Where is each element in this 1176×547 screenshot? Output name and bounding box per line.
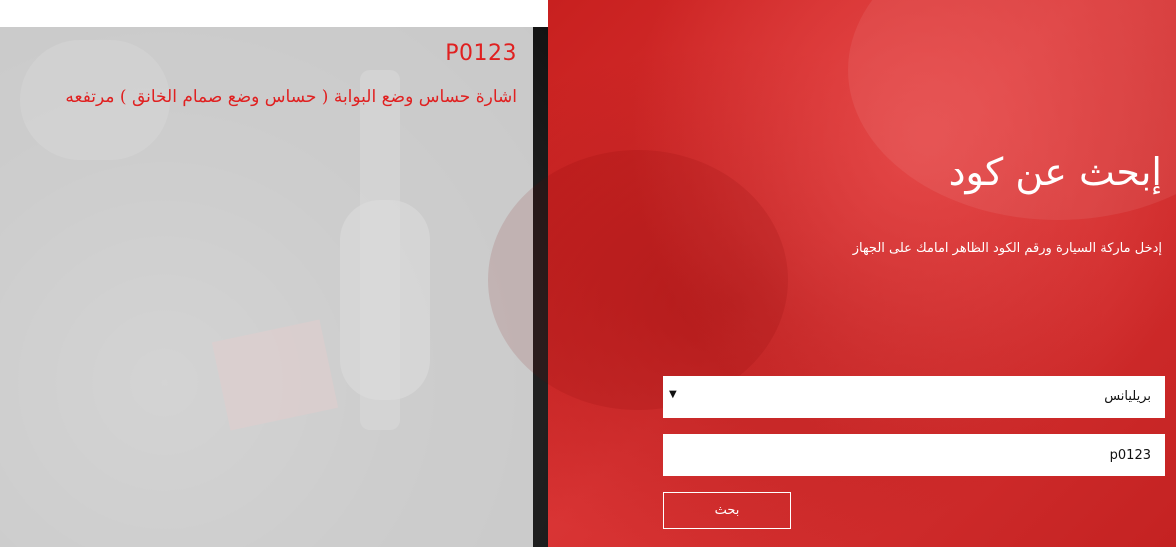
result-code: P0123 (445, 41, 517, 66)
car-brand-select[interactable]: بريليانس ▼ (663, 376, 1165, 418)
page: P0123 اشارة حساس وضع البوابة ( حساس وضع … (0, 0, 1176, 547)
search-subtitle: إدخل ماركة السيارة ورقم الكود الظاهر اما… (852, 241, 1162, 256)
search-panel: إبحث عن كود إدخل ماركة السيارة ورقم الكو… (488, 0, 1176, 547)
car-brand-selected-value: بريليانس (1104, 389, 1151, 404)
search-button[interactable]: بحث (663, 492, 791, 529)
result-description: اشارة حساس وضع البوابة ( حساس وضع صمام ا… (65, 87, 517, 107)
top-strip (0, 0, 548, 27)
code-input[interactable] (663, 434, 1165, 476)
dropdown-arrow-icon: ▼ (669, 389, 677, 400)
search-title: إبحث عن كود (948, 150, 1162, 194)
result-panel: P0123 اشارة حساس وضع البوابة ( حساس وضع … (0, 27, 533, 547)
